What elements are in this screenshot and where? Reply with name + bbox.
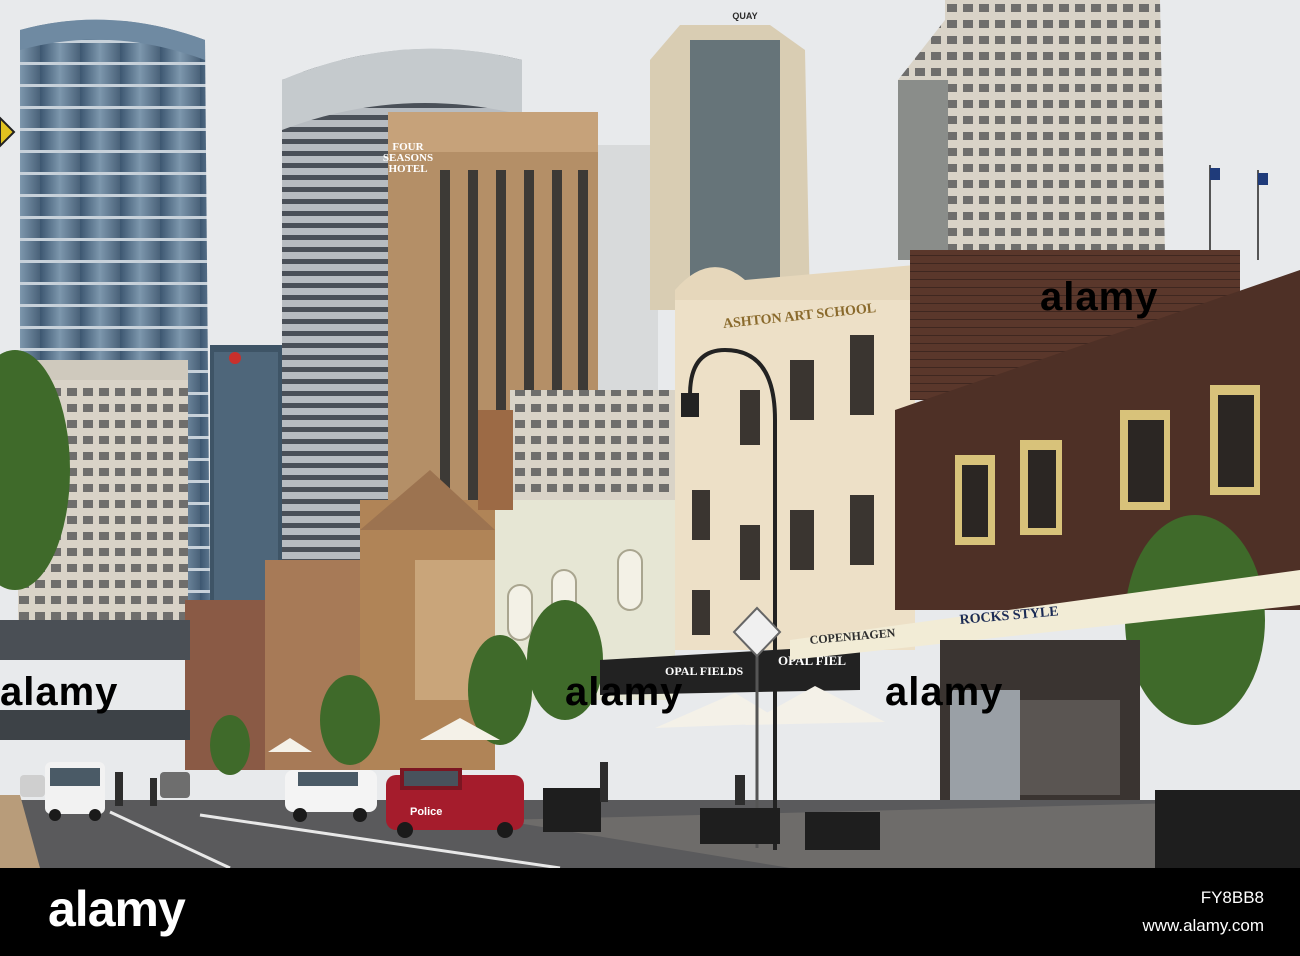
- police-car-label: Police: [410, 806, 442, 818]
- alamy-logo: alamy: [48, 881, 186, 937]
- middle-white-tower: [598, 145, 658, 405]
- quay-tower: QUAY: [650, 11, 810, 310]
- white-office-mid: [510, 390, 680, 510]
- art-school-building: ASHTON ART SCHOOL: [675, 265, 915, 650]
- police-car-red: Police: [386, 768, 524, 838]
- watermark-mid-right: alamy: [885, 670, 1003, 714]
- watermark-left: alamy: [0, 670, 118, 714]
- flag-right: [1258, 173, 1268, 185]
- right-tall-tower: [898, 0, 1165, 260]
- quay-sign: QUAY: [732, 11, 757, 21]
- alamy-footer-bar: alamy FY8BB8 www.alamy.com: [0, 868, 1300, 956]
- four-seasons-sign-3: HOTEL: [388, 163, 427, 175]
- street-photo: FOUR SEASONS HOTEL QUAY ASHTON ART SCHOO…: [0, 0, 1300, 868]
- white-van: [45, 762, 105, 821]
- watermark-center: alamy: [565, 670, 683, 714]
- watermark-top-right: alamy: [1040, 275, 1158, 319]
- image-id: FY8BB8: [1200, 888, 1264, 907]
- street-scene: FOUR SEASONS HOTEL QUAY ASHTON ART SCHOO…: [0, 0, 1300, 868]
- flag-left: [1210, 168, 1220, 180]
- site-url: www.alamy.com: [1142, 916, 1264, 935]
